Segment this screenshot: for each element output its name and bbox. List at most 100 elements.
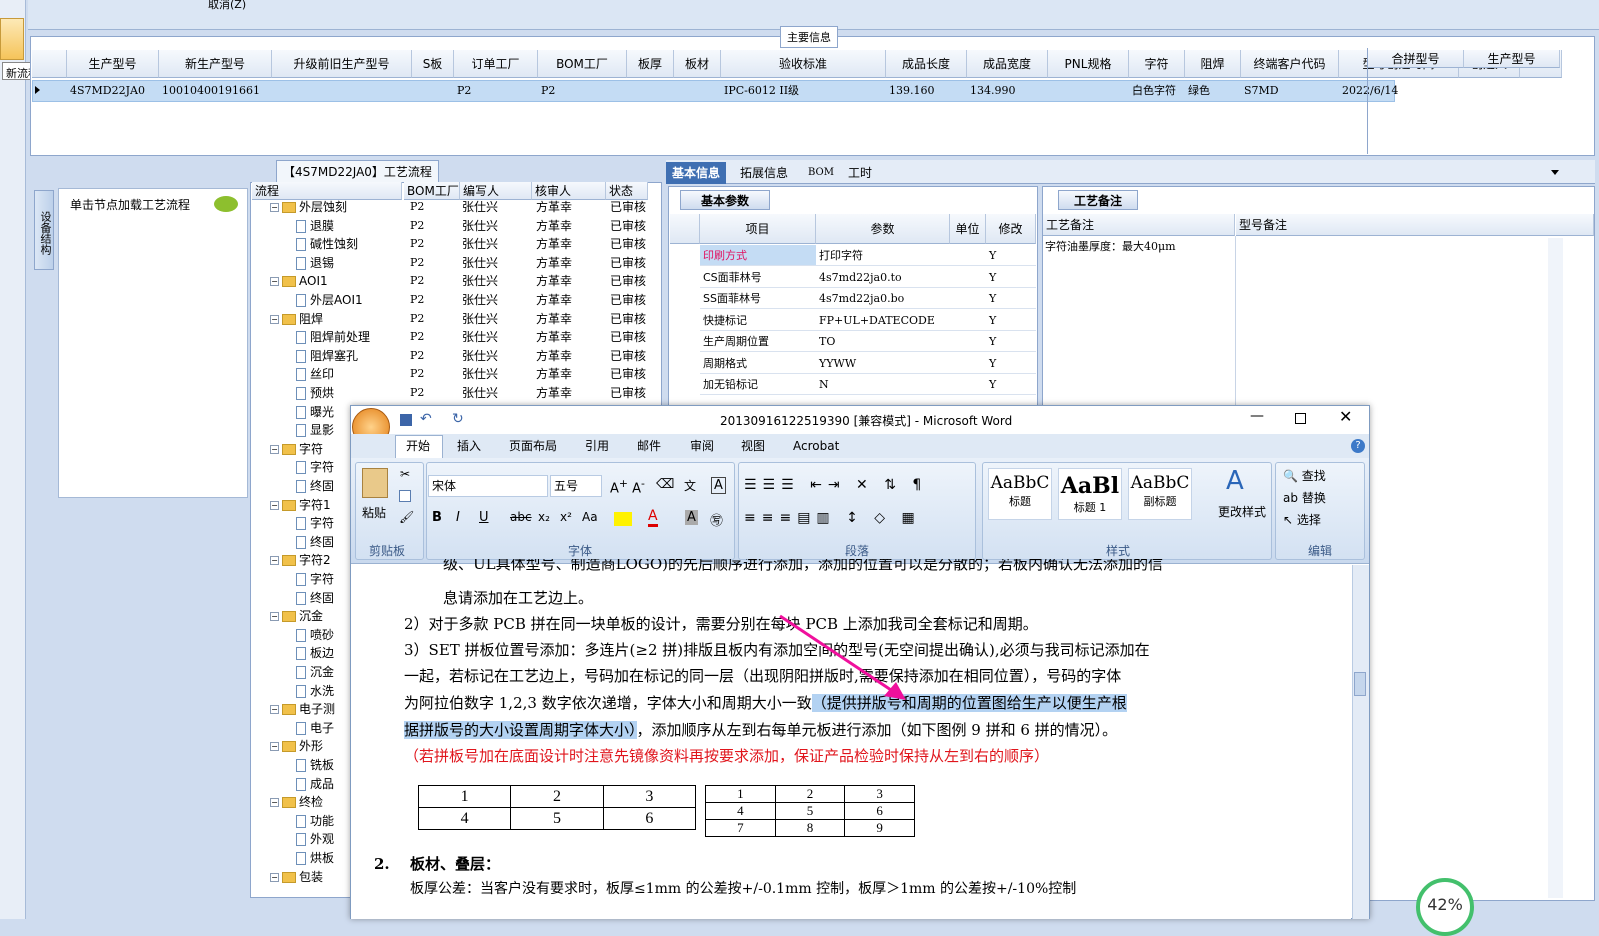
tree-panel[interactable] [58, 188, 248, 498]
collapse-icon[interactable]: − [270, 556, 279, 566]
orange-side-tab[interactable] [0, 18, 24, 60]
ribbon-tab-references[interactable]: 引用 [585, 438, 609, 454]
change-styles-label[interactable]: 更改样式 [1218, 503, 1266, 520]
flow-row[interactable]: 板边 [296, 644, 334, 662]
flow-row[interactable]: 铣板 [296, 756, 334, 774]
tab-basic-info[interactable]: 基本信息 [666, 162, 727, 184]
bold-icon[interactable]: B [432, 510, 442, 525]
tab-bom[interactable]: BOM [802, 162, 840, 184]
flow-row[interactable]: 喷砂 [296, 626, 334, 644]
main-cell[interactable]: P2 [541, 80, 626, 102]
main-col-header[interactable]: S板 [412, 50, 454, 78]
tab-dropdown-icon[interactable] [1551, 170, 1559, 175]
flow-row[interactable]: 终固 [296, 477, 334, 495]
scroll-thumb[interactable] [1354, 672, 1366, 696]
collapse-icon[interactable]: − [270, 500, 279, 510]
main-col-header[interactable]: 升级前旧生产型号 [272, 50, 412, 78]
flow-row[interactable]: − AOI1 [270, 272, 328, 290]
font-size-select[interactable]: 五号 [550, 475, 602, 497]
flow-row[interactable]: 水洗 [296, 682, 334, 700]
tab-extended-info[interactable]: 拓展信息 [734, 162, 794, 184]
process-note-text[interactable]: 字符油墨厚度：最大40μm [1045, 238, 1176, 254]
basic-cell[interactable]: 打印字符 [816, 245, 950, 266]
flow-row[interactable]: 沉金 [296, 663, 334, 681]
basic-cell[interactable]: 周期格式 [700, 353, 816, 374]
flow-row[interactable]: 阻焊前处理 [296, 328, 370, 346]
main-col-header[interactable]: 字符 [1129, 50, 1185, 78]
copy-icon[interactable] [399, 490, 411, 502]
underline-icon[interactable]: U [479, 510, 489, 525]
maximize-button[interactable] [1295, 413, 1306, 424]
basic-cell[interactable] [950, 267, 986, 288]
enclose-char-icon[interactable]: ㊢ [710, 510, 723, 529]
basic-cell[interactable] [950, 353, 986, 374]
cancel-button[interactable]: 取消(Z) [208, 0, 246, 12]
flow-row[interactable]: 退膜 [296, 217, 334, 235]
flow-row[interactable]: 显影 [296, 421, 334, 439]
main-col-header[interactable]: 订单工厂 [454, 50, 538, 78]
replace-button[interactable]: ab 替换 [1283, 489, 1326, 506]
flow-row[interactable]: 外观 [296, 830, 334, 848]
basic-cell[interactable] [950, 310, 986, 331]
help-icon[interactable]: ? [1351, 439, 1365, 453]
flow-row[interactable]: 字符 [296, 514, 334, 532]
main-cell[interactable]: P2 [457, 80, 537, 102]
collapse-icon[interactable]: − [270, 872, 279, 882]
main-cell[interactable]: 4S7MD22JA0 [70, 80, 158, 102]
main-col-header[interactable]: 验收标准 [721, 50, 886, 78]
basic-cell[interactable]: Y [986, 288, 1036, 309]
find-button[interactable]: 🔍 查找 [1283, 467, 1326, 484]
basic-cell[interactable]: 加无铅标记 [700, 374, 816, 395]
notes-scrollbar[interactable] [1548, 238, 1563, 898]
basic-cell[interactable]: Y [986, 353, 1036, 374]
basic-cell[interactable] [950, 374, 986, 395]
collapse-icon[interactable]: − [270, 444, 279, 454]
basic-cell[interactable]: Y [986, 310, 1036, 331]
basic-cell[interactable] [950, 245, 986, 266]
main-col-header[interactable]: BOM工厂 [538, 50, 627, 78]
italic-icon[interactable]: I [456, 510, 460, 525]
style-swatch[interactable]: AaBbC 标题 [988, 468, 1052, 520]
basic-cell[interactable]: 4s7md22ja0.bo [816, 288, 950, 309]
save-icon[interactable] [400, 414, 412, 426]
ribbon-tab-view[interactable]: 视图 [741, 438, 765, 454]
flow-row[interactable]: 预烘 [296, 384, 334, 402]
phonetic-icon[interactable]: 文 [684, 477, 696, 494]
strikethrough-icon[interactable]: abc [510, 510, 532, 524]
collapse-icon[interactable]: − [270, 612, 279, 622]
collapse-icon[interactable]: − [270, 277, 279, 287]
main-cell[interactable]: S7MD [1244, 80, 1338, 102]
main-col-header[interactable]: 板厚 [627, 50, 674, 78]
redo-icon[interactable]: ↻ [452, 411, 464, 427]
main-col-header[interactable]: 成品长度 [886, 50, 967, 78]
collapse-icon[interactable]: − [270, 798, 279, 808]
align-icons[interactable]: ≡≡≡▤▥ ↕ ◇ ▦ [744, 510, 921, 526]
paste-label[interactable]: 粘贴 [362, 504, 386, 521]
main-col-header[interactable]: 生产型号 [67, 50, 159, 78]
font-color-icon[interactable]: A [648, 508, 658, 527]
cut-icon[interactable]: ✂ [400, 467, 410, 481]
ribbon-tab-acrobat[interactable]: Acrobat [793, 438, 839, 454]
basic-cell[interactable]: Y [986, 245, 1036, 266]
basic-cell[interactable]: CS面菲林号 [700, 267, 816, 288]
flow-row[interactable]: − 包装 [270, 868, 323, 886]
flow-row[interactable]: 字符 [296, 458, 334, 476]
flow-row[interactable]: 终固 [296, 533, 334, 551]
chat-bubble-icon[interactable] [214, 196, 238, 212]
basic-cell[interactable]: YYWW [816, 353, 950, 374]
flow-row[interactable]: 字符 [296, 570, 334, 588]
flow-row[interactable]: − 字符1 [270, 496, 331, 514]
style-swatch[interactable]: AaBbC 副标题 [1128, 468, 1192, 520]
flow-row[interactable]: − 字符2 [270, 551, 331, 569]
collapse-icon[interactable]: − [270, 314, 279, 324]
flow-row[interactable]: 阻焊塞孔 [296, 347, 358, 365]
undo-icon[interactable]: ↶ [420, 411, 432, 427]
basic-cell[interactable]: 生产周期位置 [700, 331, 816, 352]
vertical-tab-equipment[interactable]: 设备结构 [34, 190, 54, 270]
flow-row[interactable]: − 字符 [270, 440, 323, 458]
grow-font-icon[interactable]: A+ A- [610, 477, 645, 496]
basic-cell[interactable]: FP+UL+DATECODE [816, 310, 950, 331]
document-scrollbar[interactable] [1352, 565, 1369, 919]
flow-row[interactable]: 丝印 [296, 365, 334, 383]
basic-cell[interactable]: 4s7md22ja0.to [816, 267, 950, 288]
